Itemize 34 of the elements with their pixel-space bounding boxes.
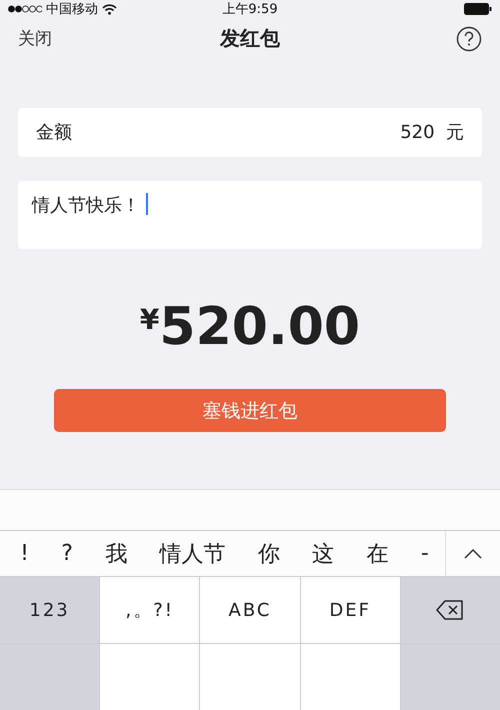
keyboard-key[interactable]: 123 bbox=[0, 577, 100, 644]
candidate-word[interactable]: 我 bbox=[105, 538, 128, 569]
candidate-word[interactable]: ! bbox=[20, 541, 29, 566]
amount-field[interactable]: 金额 520 元 bbox=[18, 108, 482, 157]
backspace-icon bbox=[436, 600, 464, 620]
keyboard-key[interactable] bbox=[200, 644, 300, 710]
message-text: 情人节快乐！ bbox=[32, 194, 140, 217]
candidate-word[interactable]: 在 bbox=[366, 538, 389, 569]
message-field[interactable]: 情人节快乐！ bbox=[18, 180, 482, 250]
candidate-word[interactable]: 这 bbox=[312, 538, 334, 569]
currency-symbol: ¥ bbox=[140, 303, 160, 336]
status-time: 上午9:59 bbox=[222, 1, 278, 18]
amount-value: 520 元 bbox=[400, 121, 464, 144]
candidate-word[interactable]: 情人节 bbox=[160, 538, 226, 569]
text-cursor bbox=[146, 192, 148, 215]
battery-icon bbox=[464, 3, 492, 15]
caret-up-icon bbox=[463, 548, 483, 560]
page-title: 发红包 bbox=[220, 25, 280, 52]
signal-icon bbox=[8, 5, 42, 13]
keyboard-key[interactable]: DEF bbox=[300, 577, 400, 644]
candidate-word[interactable]: ? bbox=[61, 541, 73, 566]
amount-label: 金额 bbox=[36, 121, 72, 144]
total-amount: 520.00 bbox=[159, 297, 360, 358]
keyboard-key[interactable]: ,。?! bbox=[100, 577, 200, 644]
help-icon[interactable] bbox=[456, 26, 482, 52]
candidate-word[interactable]: - bbox=[420, 541, 429, 566]
keyboard-key[interactable]: ABC bbox=[200, 577, 300, 644]
wifi-icon bbox=[102, 4, 117, 14]
candidate-word[interactable]: 你 bbox=[258, 538, 280, 569]
carrier-name: 中国移动 bbox=[46, 1, 98, 18]
backspace-key[interactable] bbox=[400, 577, 500, 644]
keyboard-key[interactable] bbox=[0, 644, 100, 710]
keyboard-key[interactable] bbox=[100, 644, 200, 710]
close-button[interactable]: 关闭 bbox=[18, 27, 78, 50]
